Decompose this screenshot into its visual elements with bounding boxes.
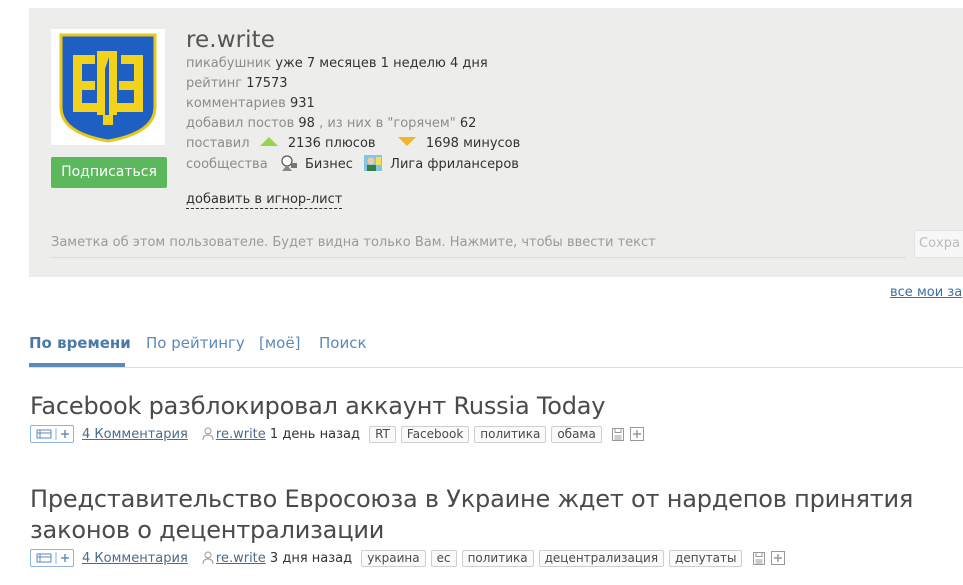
post-title[interactable]: Facebook разблокировал аккаунт Russia To…: [30, 391, 963, 422]
profile-username: re.write: [186, 27, 276, 53]
pluses-value: 2136 плюсов: [287, 136, 376, 151]
votes-row: поставил 2136 плюсов 1698 минусов: [186, 134, 520, 154]
votes-label: поставил: [186, 136, 250, 151]
subscribe-button[interactable]: Подписаться: [51, 157, 167, 188]
upvote-arrow-icon: [259, 137, 278, 146]
comments-row: комментариев 931: [186, 94, 520, 114]
rating-label: рейтинг: [186, 76, 243, 91]
freelancers-community-icon: [364, 155, 383, 171]
posts-row: добавил постов 98 , из них в "горячем" 6…: [186, 114, 520, 134]
business-community-icon: [281, 155, 297, 171]
tab-by-rating[interactable]: По рейтингу: [146, 333, 245, 353]
profile-card: Подписаться re.write пикабушник уже 7 ме…: [29, 8, 963, 277]
tag[interactable]: обама: [551, 426, 602, 443]
author-link[interactable]: re.write: [216, 551, 266, 566]
add-post-icon[interactable]: [630, 427, 645, 441]
tag[interactable]: депутаты: [669, 550, 743, 567]
community-freelancers[interactable]: Лига фрилансеров: [390, 157, 519, 172]
sort-tabs: По времени По рейтингу [моё] Поиск: [29, 331, 963, 368]
add-post-icon[interactable]: [770, 551, 785, 565]
tag[interactable]: децентрализация: [538, 550, 665, 567]
comments-label: комментариев: [186, 96, 286, 111]
tenure-row: пикабушник уже 7 месяцев 1 неделю 4 дня: [186, 54, 520, 74]
rating-row: рейтинг 17573: [186, 74, 520, 94]
post-item: Представительство Евросоюза в Украине жд…: [30, 484, 963, 569]
expand-post-button[interactable]: [30, 549, 74, 567]
user-avatar: [51, 29, 165, 145]
hot-label: , из них в "горячем": [319, 116, 456, 131]
tag[interactable]: украина: [361, 550, 426, 567]
author-link[interactable]: re.write: [216, 427, 266, 442]
expand-icon: [36, 552, 69, 564]
comments-value: 931: [289, 96, 315, 111]
save-post-icon[interactable]: [752, 552, 765, 565]
profile-info: re.write пикабушник уже 7 месяцев 1 неде…: [186, 26, 520, 175]
save-note-button[interactable]: Сохра: [914, 230, 963, 258]
post-time: 1 день назад: [269, 427, 360, 442]
active-tab-indicator: [29, 363, 125, 367]
tenure-value: уже 7 месяцев 1 неделю 4 дня: [275, 56, 488, 71]
comments-link[interactable]: 4 Комментария: [82, 551, 188, 566]
expand-post-button[interactable]: [30, 425, 74, 443]
post-meta: 4 Комментария re.write 1 день назад RT Fa…: [30, 425, 963, 445]
downvote-arrow-icon: [397, 137, 416, 146]
user-note-field[interactable]: Заметка об этом пользователе. Будет видн…: [51, 233, 906, 258]
tag[interactable]: Facebook: [400, 426, 470, 443]
tag[interactable]: RT: [369, 426, 396, 443]
post-time: 3 дня назад: [269, 551, 353, 566]
add-to-ignore-link[interactable]: добавить в игнор-лист: [186, 192, 343, 209]
tag[interactable]: ес: [430, 550, 457, 567]
comments-link[interactable]: 4 Комментария: [82, 427, 188, 442]
tag[interactable]: политика: [461, 550, 534, 567]
communities-label: сообщества: [186, 157, 268, 172]
user-icon: [202, 427, 214, 440]
post-title[interactable]: Представительство Евросоюза в Украине жд…: [30, 484, 963, 546]
tab-mine[interactable]: [моё]: [259, 333, 300, 353]
minuses-value: 1698 минусов: [425, 136, 521, 151]
hot-value: 62: [459, 116, 477, 131]
tab-search[interactable]: Поиск: [319, 333, 367, 353]
post-item: Facebook разблокировал аккаунт Russia To…: [30, 391, 963, 445]
all-my-notes-link[interactable]: все мои за: [890, 285, 962, 300]
posts-value: 98: [298, 116, 315, 131]
posts-label: добавил постов: [186, 116, 295, 131]
expand-icon: [36, 428, 69, 440]
tab-by-time[interactable]: По времени: [29, 333, 131, 353]
communities-row: сообщества Бизнес Лига фрилансеров: [186, 154, 520, 175]
save-post-icon[interactable]: [611, 428, 624, 441]
rating-value: 17573: [246, 76, 288, 91]
tag[interactable]: политика: [474, 426, 547, 443]
community-business[interactable]: Бизнес: [305, 157, 353, 172]
post-meta: 4 Комментария re.write 3 дня назад украи…: [30, 549, 963, 569]
tenure-label: пикабушник: [186, 56, 272, 71]
user-icon: [202, 551, 214, 564]
